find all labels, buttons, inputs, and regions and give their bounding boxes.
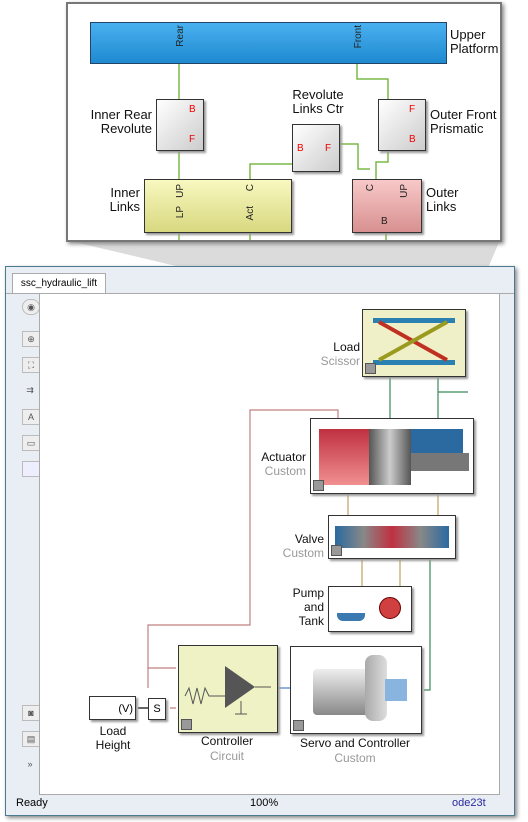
controller-label: Controller	[200, 734, 254, 748]
valve-sublabel: Custom	[282, 546, 324, 560]
servo-controller-sublabel: Custom	[334, 751, 376, 765]
controller-sublabel: Circuit	[209, 749, 244, 763]
actuator-sublabel: Custom	[264, 464, 306, 478]
actuator-block[interactable]	[310, 418, 474, 494]
load-height-label: Load Height	[95, 724, 131, 752]
pump-tank-block[interactable]	[328, 586, 412, 632]
controller-block[interactable]	[178, 645, 278, 733]
servo-controller-block[interactable]	[290, 646, 422, 734]
valve-block[interactable]	[328, 515, 456, 559]
load-height-unit: (V)	[118, 703, 133, 715]
pump-tank-label: Pump and Tank	[292, 586, 324, 628]
actuator-label: Actuator	[261, 450, 306, 464]
load-scissor-block[interactable]	[362, 309, 466, 377]
load-sublabel: Scissor	[320, 354, 360, 368]
servo-controller-label: Servo and Controller	[299, 736, 411, 750]
load-label: Load	[333, 340, 360, 354]
valve-label: Valve	[294, 532, 324, 546]
load-height-block[interactable]: (V)	[89, 696, 136, 720]
s-converter-block[interactable]: S	[148, 698, 166, 720]
